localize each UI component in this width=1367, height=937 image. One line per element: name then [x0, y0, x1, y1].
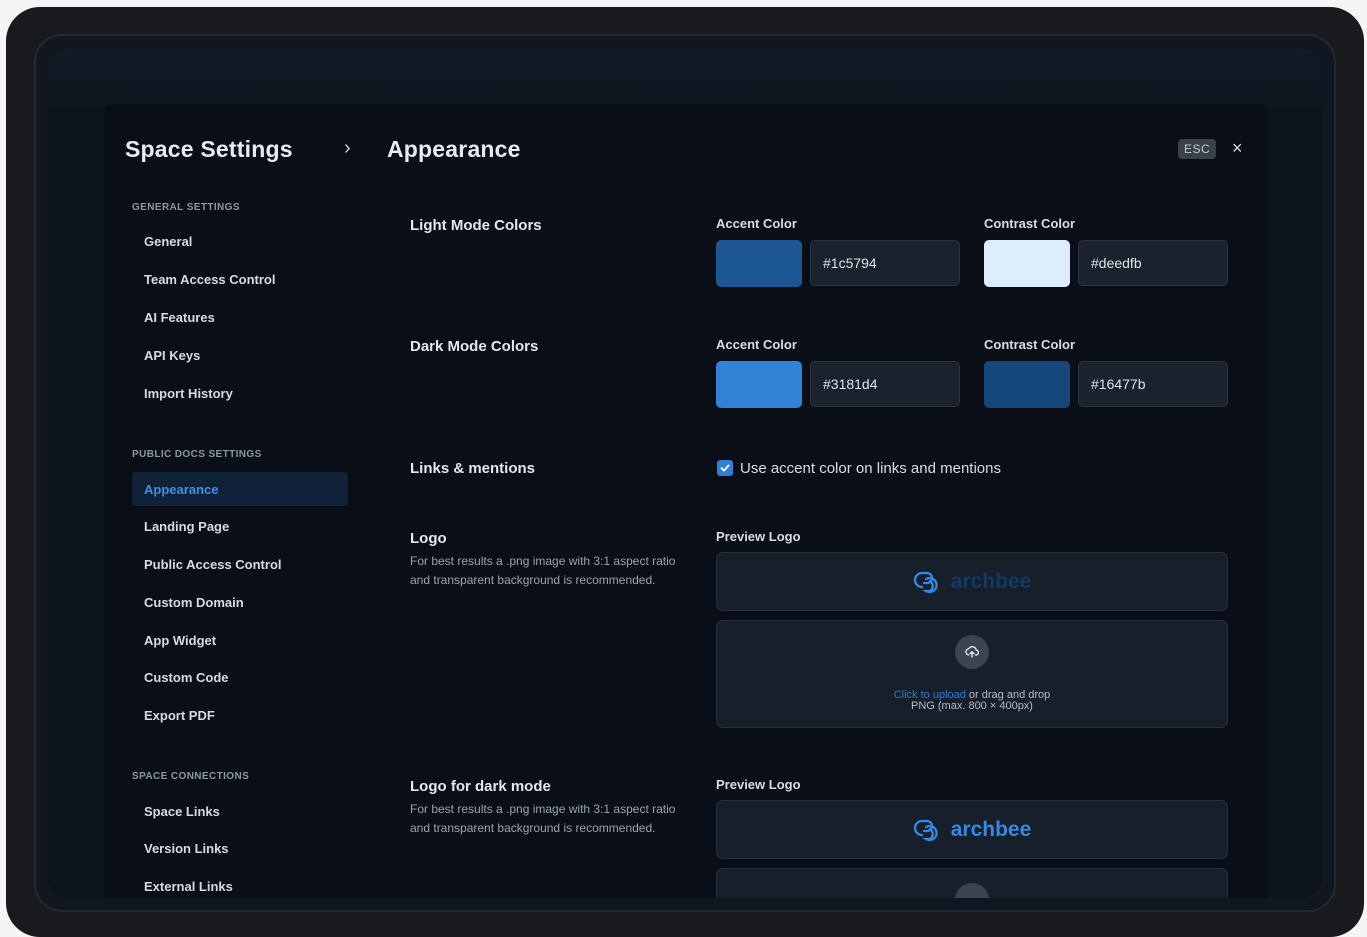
logo-dark-description: For best results a .png image with 3:1 a…: [410, 802, 676, 835]
backdrop: [48, 48, 1322, 108]
sidebar-item-export-pdf[interactable]: Export PDF: [144, 708, 215, 723]
sidebar-item-team-access-control[interactable]: Team Access Control: [144, 272, 276, 287]
logo-preview: archbee: [716, 552, 1228, 611]
page-title: Appearance: [387, 136, 521, 162]
checkmark-icon: [720, 464, 730, 472]
sidebar-item-landing-page[interactable]: Landing Page: [144, 519, 229, 534]
archbee-logo-icon: [913, 819, 938, 841]
upload-hint: PNG (max. 800 × 400px): [911, 700, 1033, 712]
modal-title: Space Settings: [125, 136, 293, 162]
sidebar-item-space-links[interactable]: Space Links: [144, 804, 220, 819]
dark-contrast-label: Contrast Color: [984, 337, 1075, 352]
sidebar-item-custom-domain[interactable]: Custom Domain: [144, 595, 244, 610]
light-accent-hex-input[interactable]: #1c5794: [810, 240, 960, 286]
close-icon[interactable]: ×: [1232, 138, 1243, 159]
light-mode-label: Light Mode Colors: [410, 217, 542, 234]
logo-upload-dropzone[interactable]: Click to upload or drag and drop PNG (ma…: [716, 620, 1228, 728]
app-screen: Space Settings › Appearance ESC × GENERA…: [48, 48, 1322, 898]
sidebar-item-public-access-control[interactable]: Public Access Control: [144, 557, 282, 572]
sidebar-item-ai-features[interactable]: AI Features: [144, 310, 215, 325]
accent-links-checkbox-label[interactable]: Use accent color on links and mentions: [740, 460, 1001, 477]
breadcrumb-separator-icon: ›: [344, 137, 351, 159]
accent-links-checkbox[interactable]: [717, 460, 733, 476]
light-contrast-label: Contrast Color: [984, 216, 1075, 231]
light-accent-label: Accent Color: [716, 216, 797, 231]
logo-dark-label: Logo for dark mode: [410, 778, 551, 795]
sidebar-item-general[interactable]: General: [144, 234, 192, 249]
links-mentions-label: Links & mentions: [410, 460, 536, 477]
dark-mode-label: Dark Mode Colors: [410, 338, 539, 355]
sidebar-item-label: Appearance: [144, 482, 219, 497]
sidebar-item-custom-code[interactable]: Custom Code: [144, 670, 229, 685]
sidebar-item-version-links[interactable]: Version Links: [144, 841, 229, 856]
logo-label: Logo: [410, 530, 447, 547]
sidebar-item-import-history[interactable]: Import History: [144, 386, 233, 401]
logo-dark-preview: archbee: [716, 800, 1228, 859]
section-heading-public: PUBLIC DOCS SETTINGS: [132, 449, 262, 460]
dark-accent-hex-input[interactable]: #3181d4: [810, 361, 960, 407]
sidebar-item-external-links[interactable]: External Links: [144, 879, 233, 894]
upload-icon: [955, 883, 989, 898]
dark-accent-label: Accent Color: [716, 337, 797, 352]
esc-badge[interactable]: ESC: [1178, 139, 1217, 159]
archbee-logo-icon: [913, 571, 938, 593]
logo-dark-preview-word: archbee: [950, 817, 1032, 841]
logo-description: For best results a .png image with 3:1 a…: [410, 554, 676, 587]
sidebar-item-api-keys[interactable]: API Keys: [144, 348, 200, 363]
sidebar-item-app-widget[interactable]: App Widget: [144, 633, 216, 648]
logo-preview-label: Preview Logo: [716, 529, 801, 544]
settings-modal: Space Settings › Appearance ESC × GENERA…: [104, 104, 1268, 898]
logo-dark-upload-dropzone[interactable]: [716, 868, 1228, 898]
dark-contrast-hex-input[interactable]: #16477b: [1078, 361, 1228, 407]
sidebar-item-appearance[interactable]: Appearance: [132, 472, 348, 506]
dark-contrast-swatch[interactable]: [984, 361, 1070, 408]
logo-dark-preview-label: Preview Logo: [716, 777, 801, 792]
dark-accent-swatch[interactable]: [716, 361, 802, 408]
logo-preview-word: archbee: [950, 569, 1032, 593]
section-heading-general: GENERAL SETTINGS: [132, 202, 240, 213]
light-contrast-hex-input[interactable]: #deedfb: [1078, 240, 1228, 286]
light-contrast-swatch[interactable]: [984, 240, 1070, 287]
section-heading-connections: SPACE CONNECTIONS: [132, 771, 250, 782]
upload-icon: [955, 635, 989, 669]
light-accent-swatch[interactable]: [716, 240, 802, 287]
